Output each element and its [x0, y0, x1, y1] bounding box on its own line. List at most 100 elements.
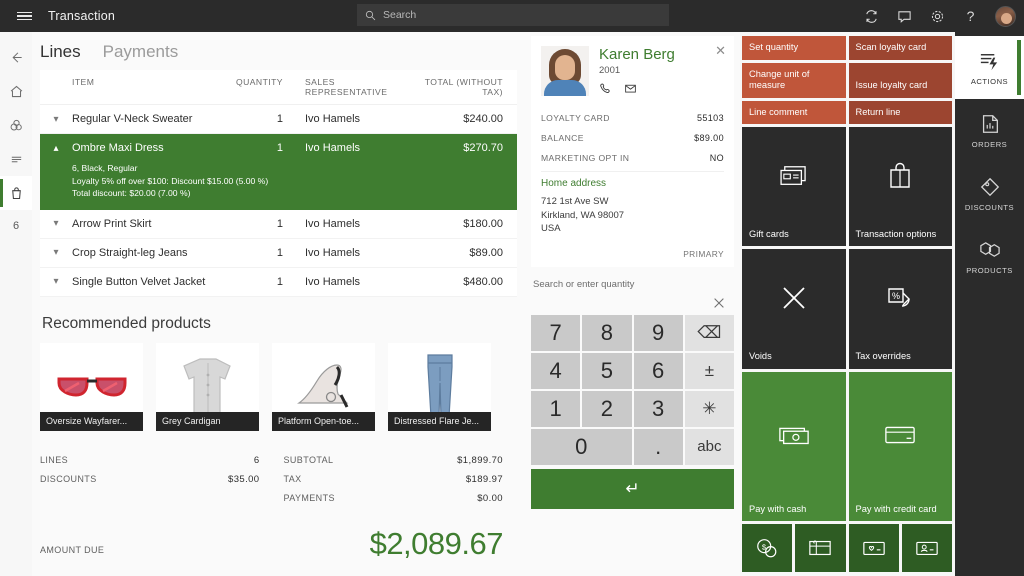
tile-transaction-options[interactable]: Transaction options	[848, 127, 952, 247]
pos-application: Transaction Search ? 6 Lines Payments IT…	[0, 0, 1024, 576]
totals-subtotal-label: SUBTOTAL	[283, 454, 334, 465]
tile-gift-cards[interactable]: Gift cards	[742, 127, 846, 247]
pay-loyalty-button[interactable]	[848, 524, 899, 573]
coins-icon: $	[757, 539, 777, 558]
list-item[interactable]: Grey Cardigan	[156, 342, 259, 431]
row-sales-rep: Ivo Hamels	[305, 217, 361, 230]
right-navigation-rail: ACTIONS ORDERS DISCOUNTS PRODUCTS	[955, 32, 1024, 576]
gear-icon[interactable]	[929, 8, 946, 25]
pay-currency-button[interactable]: $	[742, 524, 793, 573]
tile-scan-loyalty-card[interactable]: Scan loyalty card	[848, 36, 952, 60]
rail-item-products[interactable]: PRODUCTS	[955, 225, 1024, 288]
totals-lines-row: LINES 6	[40, 451, 260, 470]
tile-change-unit-of-measure[interactable]: Change unit of measure	[742, 62, 846, 98]
totals-tax-value: $189.97	[465, 473, 503, 485]
rail-item-discounts[interactable]: DISCOUNTS	[955, 162, 1024, 225]
customer-address-title[interactable]: Home address	[541, 171, 724, 195]
sidebar-item-cart[interactable]	[0, 176, 32, 210]
row-quantity: 1	[276, 246, 283, 259]
help-icon[interactable]: ?	[962, 8, 979, 25]
totals-discounts-value: $35.00	[228, 473, 260, 485]
list-item[interactable]: Platform Open-toe...	[272, 342, 375, 431]
rail-item-actions[interactable]: ACTIONS	[955, 36, 1024, 99]
search-input[interactable]: Search	[357, 4, 669, 26]
list-item[interactable]: Distressed Flare Je...	[388, 342, 491, 431]
abc-key[interactable]: abc	[684, 428, 734, 465]
table-row[interactable]: ▾ Crop Straight-leg Jeans 1 Ivo Hamels $…	[40, 239, 517, 268]
envelope-icon[interactable]	[624, 82, 637, 95]
chevron-down-icon[interactable]: ▾	[40, 218, 72, 229]
table-row[interactable]: ▾ Arrow Print Skirt 1 Ivo Hamels $180.00	[40, 210, 517, 239]
totals-tax-label: TAX	[283, 473, 302, 484]
asterisk-key[interactable]: ✳	[684, 390, 734, 427]
address-line-1: 712 1st Ave SW	[541, 196, 609, 207]
table-row[interactable]: ▴ Ombre Maxi Dress 1 Ivo Hamels $270.70 …	[40, 134, 517, 210]
avatar[interactable]	[995, 5, 1016, 27]
close-icon[interactable]: ✕	[715, 43, 726, 59]
enter-key[interactable]: ↵	[531, 468, 734, 509]
tile-set-quantity[interactable]: Set quantity	[742, 36, 846, 60]
rail-item-orders[interactable]: ORDERS	[955, 99, 1024, 162]
key-7[interactable]: 7	[531, 314, 581, 351]
backspace-icon[interactable]: ⌫	[684, 314, 734, 351]
left-navigation-rail: 6	[0, 32, 32, 576]
list-icon[interactable]	[0, 142, 32, 176]
key-1[interactable]: 1	[531, 390, 581, 427]
tile-pay-with-credit-card[interactable]: Pay with credit card	[848, 371, 952, 522]
totals-left: LINES 6 DISCOUNTS $35.00	[40, 451, 260, 508]
payment-method-mini-tiles: $	[742, 524, 952, 573]
tile-line-comment[interactable]: Line comment	[742, 100, 846, 124]
tile-label: Return line	[855, 106, 901, 117]
sync-icon[interactable]	[863, 8, 880, 25]
chevron-down-icon[interactable]: ▾	[40, 247, 72, 258]
tile-return-line[interactable]: Return line	[848, 100, 952, 124]
customer-balance-label: BALANCE	[541, 133, 584, 143]
tile-label: Pay with credit card	[855, 503, 937, 514]
tile-issue-loyalty-card[interactable]: Issue loyalty card	[848, 62, 952, 98]
key-2[interactable]: 2	[582, 390, 632, 427]
product-label: Oversize Wayfarer...	[40, 411, 143, 431]
products-icon[interactable]	[0, 108, 32, 142]
chevron-up-icon[interactable]: ▴	[40, 143, 72, 154]
hamburger-icon[interactable]	[0, 0, 48, 32]
totals-tax-row: TAX $189.97	[284, 470, 504, 489]
key-4[interactable]: 4	[531, 352, 581, 389]
key-6[interactable]: 6	[633, 352, 683, 389]
column-total: TOTAL (WITHOUT TAX)	[424, 77, 503, 97]
chevron-down-icon[interactable]: ▾	[40, 114, 72, 125]
recommended-title: Recommended products	[42, 314, 211, 332]
chevron-down-icon[interactable]: ▾	[40, 276, 72, 287]
table-row[interactable]: ▾ Regular V-Neck Sweater 1 Ivo Hamels $2…	[40, 105, 517, 134]
tab-lines[interactable]: Lines	[40, 42, 81, 62]
key-3[interactable]: 3	[633, 390, 683, 427]
key-0[interactable]: 0	[531, 428, 632, 465]
back-arrow-icon[interactable]	[0, 40, 32, 74]
customer-name[interactable]: Karen Berg	[599, 46, 675, 63]
home-icon[interactable]	[0, 74, 32, 108]
product-label: Distressed Flare Je...	[388, 411, 491, 431]
lines-table: ITEM QUANTITY SALES REPRESENTATIVE TOTAL…	[40, 70, 517, 297]
customer-account-icon	[916, 541, 938, 556]
key-5[interactable]: 5	[582, 352, 632, 389]
transaction-panel: Lines Payments ITEM QUANTITY SALES REPRE…	[32, 32, 525, 576]
totals-discounts-label: DISCOUNTS	[40, 473, 97, 484]
keypad-clear-button[interactable]	[531, 290, 734, 315]
table-row[interactable]: ▾ Single Button Velvet Jacket 1 Ivo Hame…	[40, 268, 517, 297]
close-x-icon	[742, 249, 846, 346]
pay-gift-card-button[interactable]	[795, 524, 846, 573]
pay-customer-account-button[interactable]	[901, 524, 952, 573]
top-bar: Transaction Search ?	[0, 0, 1024, 32]
key-9[interactable]: 9	[633, 314, 683, 351]
tab-payments[interactable]: Payments	[103, 42, 179, 62]
chat-icon[interactable]	[896, 8, 913, 25]
cart-badge-count: 6	[12, 220, 20, 232]
tile-row: Change unit of measure Issue loyalty car…	[742, 62, 952, 98]
plus-minus-key[interactable]: ±	[684, 352, 734, 389]
list-item[interactable]: Oversize Wayfarer...	[40, 342, 143, 431]
tile-voids[interactable]: Voids	[742, 249, 846, 369]
key-decimal[interactable]: .	[633, 428, 683, 465]
tile-pay-with-cash[interactable]: Pay with cash	[742, 371, 846, 522]
key-8[interactable]: 8	[582, 314, 632, 351]
phone-icon[interactable]	[599, 82, 612, 95]
tile-tax-overrides[interactable]: % Tax overrides	[848, 249, 952, 369]
